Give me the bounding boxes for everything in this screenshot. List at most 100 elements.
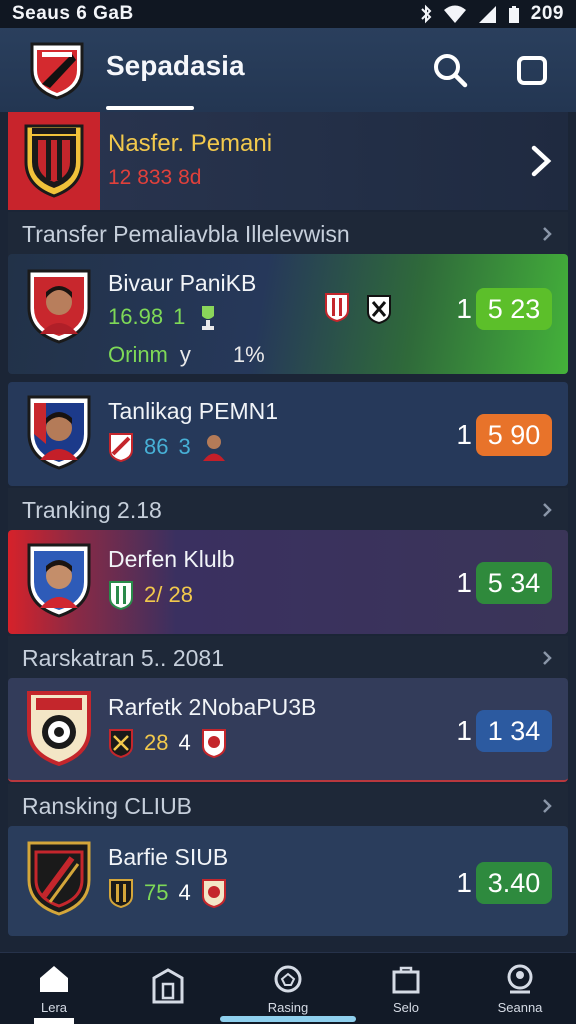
nav-item-selo[interactable]: Selo — [356, 953, 456, 1024]
rank-value: 1 — [456, 867, 472, 898]
club-crest-icon — [201, 879, 226, 908]
section-title: Transfer Pemaliavbla Illelevwisn — [22, 220, 350, 247]
battery-icon — [508, 6, 519, 23]
score-block: 1 5 90 — [456, 414, 552, 456]
score-block: 1 5 23 — [456, 288, 552, 330]
club-crest-icon — [109, 433, 133, 462]
nav-item-seanna[interactable]: Seanna — [470, 953, 570, 1024]
stat-value: 75 — [144, 880, 169, 905]
club-crest-icon — [325, 293, 349, 322]
stat-value: 3 — [178, 434, 191, 459]
home-icon — [40, 965, 68, 992]
wifi-icon — [443, 5, 466, 23]
score-block: 1 3.40 — [456, 862, 552, 904]
chevron-right-icon — [543, 503, 552, 517]
bluetooth-icon — [421, 4, 432, 24]
section-header[interactable]: Transfer Pemaliavbla Illelevwisn — [8, 212, 568, 256]
trophy-icon — [202, 306, 215, 330]
club-crest-icon — [27, 841, 91, 916]
nav-item-home[interactable]: Lera — [4, 953, 104, 1024]
score-block: 1 1 34 — [456, 710, 552, 752]
title-underline — [106, 106, 194, 110]
featured-title: Nasfer. Pemani — [108, 130, 273, 157]
player-badge-icon — [27, 269, 91, 344]
stat-value: 4 — [178, 730, 191, 755]
nav-label: Lera — [40, 999, 68, 1015]
club-crest-icon — [109, 729, 133, 758]
player-name: Tanlikag PEMN1 — [108, 398, 279, 424]
building-icon — [152, 968, 184, 1004]
list-item[interactable]: Tanlikag PEMN1 86 3 1 5 90 — [8, 382, 568, 486]
section-header[interactable]: Ransking CLIUB — [8, 784, 568, 828]
footer-right-text: 1% — [232, 342, 265, 367]
signal-icon — [478, 6, 496, 23]
stat-value: 28 — [144, 730, 169, 755]
chevron-right-icon — [543, 227, 552, 241]
stat-row: 28 4 — [108, 728, 227, 758]
stat-value: 1 — [173, 304, 186, 329]
rank-value: 1 — [456, 715, 472, 746]
stat-value: 4 — [178, 880, 191, 905]
square-icon — [517, 56, 547, 85]
app-title: Sepadasia — [106, 50, 245, 81]
profile-icon — [507, 964, 533, 993]
chevron-right-icon[interactable] — [526, 144, 554, 178]
list-item[interactable]: Bivaur PaniKB 16.98 1 Orinm y 1% 1 5 23 — [8, 254, 568, 374]
section-title: Tranking 2.18 — [22, 496, 162, 523]
club-name: Rarfetk 2NobaPU3B — [108, 694, 317, 720]
footer-row: Orinm y 1% — [108, 342, 265, 368]
list-item[interactable]: Barfie SIUB 75 4 1 3.40 — [8, 826, 568, 936]
stat-value: 86 — [144, 434, 169, 459]
nav-item-rasing[interactable]: Rasing — [238, 953, 338, 1024]
club-crest-icon — [24, 124, 84, 198]
home-indicator[interactable] — [220, 1016, 356, 1022]
club-name: Barfie SIUB — [108, 844, 229, 870]
list-item[interactable]: Derfen Klulb 2/ 28 1 5 34 — [8, 530, 568, 634]
search-icon — [434, 54, 468, 88]
stat-row: 16.98 1 — [108, 302, 221, 332]
club-crest-icon — [109, 581, 133, 610]
score-badge: 5 34 — [476, 562, 552, 604]
search-button[interactable] — [430, 50, 470, 90]
app-header: Sepadasia — [0, 28, 576, 112]
list-item[interactable]: Rarfetk 2NobaPU3B 28 4 1 1 34 — [8, 678, 568, 782]
stat-value: 2/ 28 — [144, 582, 193, 607]
rank-value: 1 — [456, 567, 472, 598]
player-badge-icon — [27, 395, 91, 470]
stat-value: 16.98 — [108, 304, 164, 329]
player-badge-icon — [27, 543, 91, 618]
stat-row: 75 4 — [108, 878, 227, 908]
stat-row: 2/ 28 — [108, 580, 193, 610]
footer-left-text: Orinm — [108, 342, 168, 367]
player-name: Bivaur PaniKB — [108, 270, 257, 296]
nav-active-indicator — [34, 1018, 74, 1024]
status-icons: 209 — [419, 3, 564, 25]
featured-banner[interactable]: Nasfer. Pemani 12 833 8d — [8, 112, 568, 210]
chevron-right-icon — [543, 799, 552, 813]
club-crest-icon — [27, 691, 91, 766]
status-carrier: Seaus 6 GaB — [12, 3, 134, 24]
ball-icon — [274, 965, 302, 992]
status-time: 209 — [530, 3, 564, 24]
player-avatar-icon — [202, 435, 225, 461]
club-crest-icon — [109, 879, 133, 908]
bottom-navigation: Lera Rasing Selo Seanna — [0, 952, 576, 1024]
nav-label: Selo — [392, 999, 420, 1015]
score-badge: 5 23 — [476, 288, 552, 330]
stat-row: 86 3 — [108, 432, 227, 462]
section-header[interactable]: Rarskatran 5.. 2081 — [8, 636, 568, 680]
nav-item-building[interactable] — [118, 953, 218, 1024]
club-crest-icon — [367, 295, 391, 324]
app-logo[interactable] — [28, 40, 86, 100]
bag-icon — [392, 966, 420, 993]
rank-value: 1 — [456, 293, 472, 324]
footer-mid-text: y — [179, 342, 191, 367]
score-badge: 3.40 — [476, 862, 552, 904]
square-button[interactable] — [512, 50, 552, 90]
status-bar: Seaus 6 GaB 209 — [0, 0, 576, 28]
score-badge: 5 90 — [476, 414, 552, 456]
player-name: Derfen Klulb — [108, 546, 235, 572]
section-header[interactable]: Tranking 2.18 — [8, 488, 568, 532]
nav-label: Seanna — [497, 999, 543, 1015]
section-title: Rarskatran 5.. 2081 — [22, 644, 225, 671]
